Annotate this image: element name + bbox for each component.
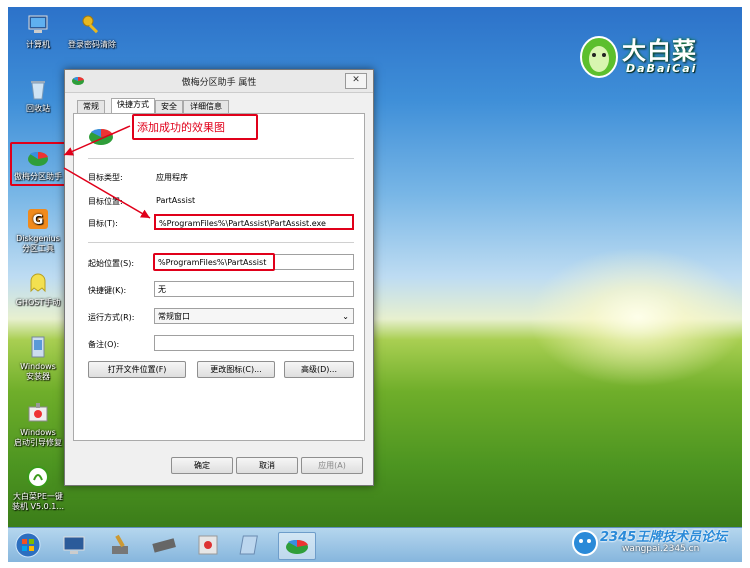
separator: [88, 158, 354, 159]
ghost-icon: [26, 271, 50, 295]
watermark-url: wangpai.2345.cn: [622, 544, 700, 554]
desktop-icon-recycle-bin[interactable]: 回收站: [8, 77, 68, 114]
logo-text-cn: 大白菜: [622, 37, 697, 65]
open-file-location-button[interactable]: 打开文件位置(F): [88, 361, 186, 378]
desktop-icon-diskgenius[interactable]: G Diskgenius 分区工具: [8, 207, 68, 254]
installer-icon: [26, 335, 50, 359]
sun-glow: [528, 247, 742, 387]
tab-general[interactable]: 常规: [77, 100, 105, 113]
desktop-icon-label: 回收站: [26, 104, 50, 113]
desktop-icon-label: Diskgenius 分区工具: [16, 234, 60, 253]
annotation-text: 添加成功的效果图: [137, 121, 225, 134]
cabbage-logo-icon: [580, 36, 618, 78]
desktop-icon-label: 计算机: [26, 40, 50, 49]
tab-security[interactable]: 安全: [155, 100, 183, 113]
taskbar-drive-icon[interactable]: [148, 532, 180, 558]
dabaicai-icon: [26, 465, 50, 489]
shortcut-key-input[interactable]: 无: [154, 281, 354, 297]
comment-input[interactable]: [154, 335, 354, 351]
forum-logo-icon: [572, 530, 598, 556]
taskbar-partition-assistant[interactable]: [278, 532, 316, 560]
dialog-titlebar[interactable]: 傲梅分区助手 属性 ✕: [65, 70, 373, 93]
desktop-icon-computer[interactable]: 计算机: [8, 13, 68, 50]
chevron-down-icon: ⌄: [342, 312, 349, 321]
cancel-button[interactable]: 取消: [236, 457, 298, 474]
separator: [88, 242, 354, 243]
dialog-title: 傲梅分区助手 属性: [181, 78, 257, 88]
dabaicai-logo: 大白菜 DaBaiCai: [578, 29, 728, 85]
boot-repair-icon: [26, 401, 50, 425]
tab-details[interactable]: 详细信息: [183, 100, 229, 113]
apply-button[interactable]: 应用(A): [301, 457, 363, 474]
desktop-icon-dabaicai-pe[interactable]: 大白菜PE一键 装机 V5.0.1...: [8, 465, 70, 512]
target-location-label: 目标位置:: [88, 197, 123, 206]
shortcut-key-label: 快捷键(K):: [88, 286, 127, 295]
change-icon-button[interactable]: 更改图标(C)...: [197, 361, 275, 378]
svg-text:G: G: [33, 213, 44, 228]
start-in-label: 起始位置(S):: [88, 259, 135, 268]
recycle-bin-icon: [26, 77, 50, 101]
target-input[interactable]: %ProgramFiles%\PartAssist\PartAssist.exe: [154, 214, 354, 230]
target-type-label: 目标类型:: [88, 173, 123, 182]
desktop-icon-ghost[interactable]: GHOST手动: [8, 271, 68, 308]
target-type-value: 应用程序: [156, 173, 188, 182]
taskbar-monitor-icon[interactable]: [58, 532, 90, 558]
comment-label: 备注(O):: [88, 340, 120, 349]
desktop-icon-label: 大白菜PE一键 装机 V5.0.1...: [12, 492, 64, 511]
desktop-icon-label: Windows 启动引导修复: [14, 428, 62, 447]
properties-dialog: 傲梅分区助手 属性 ✕ 常规 快捷方式 安全 详细信息 添加成功的效果图 目标类…: [64, 69, 374, 486]
ok-button[interactable]: 确定: [171, 457, 233, 474]
desktop-icon-label: GHOST手动: [15, 298, 61, 307]
start-in-highlight: [153, 253, 275, 271]
forum-watermark: 2345王牌技术员论坛 wangpai.2345.cn: [568, 524, 744, 564]
start-in-input[interactable]: %ProgramFiles%\PartAssist: [153, 253, 354, 271]
desktop-icon-windows-installer[interactable]: Windows 安装器: [8, 335, 68, 382]
desktop-icon-boot-repair[interactable]: Windows 启动引导修复: [8, 401, 68, 448]
diskgenius-icon: G: [26, 207, 50, 231]
taskbar-brush-icon[interactable]: [104, 532, 136, 558]
desktop-icon-password-clear[interactable]: 登录密码清除: [60, 13, 124, 50]
desktop-icon-label: Windows 安装器: [20, 362, 56, 381]
close-button[interactable]: ✕: [345, 73, 367, 89]
computer-icon: [26, 13, 50, 37]
key-icon: [80, 13, 104, 37]
taskbar-tools-icon[interactable]: [192, 532, 224, 558]
close-icon: ✕: [352, 75, 360, 85]
run-select[interactable]: 常规窗口 ⌄: [154, 308, 354, 324]
desktop-icon-label: 登录密码清除: [68, 40, 116, 49]
taskbar-window-icon[interactable]: [236, 532, 268, 558]
target-label: 目标(T):: [88, 219, 118, 228]
tab-shortcut[interactable]: 快捷方式: [111, 98, 155, 114]
desktop-icon-highlight: [10, 142, 66, 186]
logo-text-en: DaBaiCai: [626, 62, 698, 75]
target-location-value: PartAssist: [156, 196, 196, 205]
shortcut-large-icon: [88, 124, 114, 149]
start-button[interactable]: [12, 532, 44, 558]
annotation-box: 添加成功的效果图: [132, 114, 258, 140]
advanced-button[interactable]: 高级(D)...: [284, 361, 354, 378]
run-label: 运行方式(R):: [88, 313, 135, 322]
watermark-title: 2345王牌技术员论坛: [600, 530, 728, 545]
run-select-value: 常规窗口: [158, 312, 190, 321]
shortcut-panel: 添加成功的效果图 目标类型: 应用程序 目标位置: PartAssist 目标(…: [73, 113, 365, 441]
